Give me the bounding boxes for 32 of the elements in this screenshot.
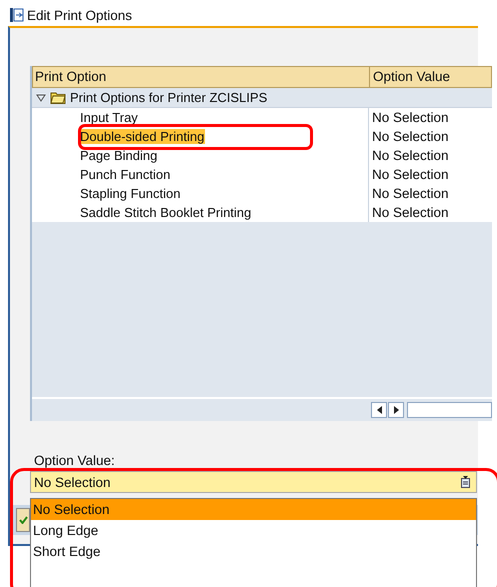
option-name[interactable]: Page Binding <box>79 148 158 163</box>
column-header[interactable]: Print Option <box>33 67 370 87</box>
option-value-cell: No Selection <box>372 148 449 163</box>
option-name[interactable]: Double-sided Printing <box>79 129 206 144</box>
option-name[interactable]: Input Tray <box>79 110 139 125</box>
option-value-cell: No Selection <box>372 167 449 182</box>
window-title: Edit Print Options <box>27 8 132 22</box>
scroll-left-button[interactable] <box>371 402 387 418</box>
option-value-cell: No Selection <box>372 110 449 125</box>
column-header[interactable]: Option Value <box>370 67 491 87</box>
field-label: Option Value: <box>34 453 116 469</box>
folder-icon <box>50 91 66 104</box>
option-name[interactable]: Saddle Stitch Booklet Printing <box>79 205 252 220</box>
option-name[interactable]: Punch Function <box>79 167 172 182</box>
option-value-cell: No Selection <box>372 186 449 201</box>
option-value-dropdown[interactable]: No Selection <box>30 471 477 493</box>
collapse-triangle-icon[interactable] <box>36 94 46 102</box>
tree-folder-label[interactable]: Print Options for Printer ZCISLIPS <box>70 88 268 107</box>
option-value-cell: No Selection <box>372 129 449 144</box>
dropdown-option[interactable]: Short Edge <box>31 541 476 562</box>
dropdown-option[interactable]: Long Edge <box>31 520 476 541</box>
checkmark-icon <box>18 516 28 524</box>
scroll-right-button[interactable] <box>388 402 404 418</box>
option-name[interactable]: Stapling Function <box>79 186 182 201</box>
edit-icon <box>10 8 24 22</box>
dropdown-option[interactable]: No Selection <box>31 499 476 520</box>
confirm-button[interactable] <box>16 508 30 532</box>
right-arrow-icon <box>394 406 398 414</box>
left-arrow-icon <box>376 406 382 414</box>
horizontal-scrollbar[interactable] <box>407 402 492 418</box>
option-value-cell: No Selection <box>372 205 449 220</box>
dropdown-icon[interactable] <box>461 476 470 488</box>
